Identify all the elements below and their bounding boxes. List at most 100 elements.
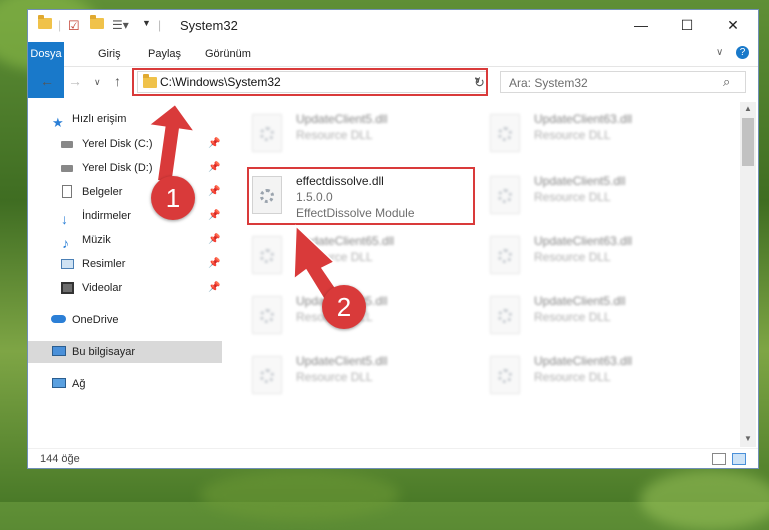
window-title: System32 bbox=[180, 18, 238, 33]
search-placeholder: Ara: System32 bbox=[509, 76, 588, 90]
status-bar: 144 öğe bbox=[28, 448, 758, 468]
forward-arrow-icon[interactable]: → bbox=[68, 73, 82, 89]
details-view-icon[interactable] bbox=[712, 453, 726, 465]
tab-share[interactable]: Paylaş bbox=[138, 42, 191, 66]
file-name: UpdateClient5.dll bbox=[534, 294, 626, 308]
scroll-up-icon[interactable]: ▲ bbox=[744, 104, 752, 113]
file-description: Resource DLL bbox=[296, 250, 373, 264]
file-description: Resource DLL bbox=[296, 128, 373, 142]
pin-icon[interactable]: 📌 bbox=[208, 277, 220, 299]
dll-file-icon bbox=[252, 356, 282, 394]
sidebar-item-onedrive[interactable]: OneDrive bbox=[28, 309, 222, 331]
pin-icon[interactable]: 📌 bbox=[208, 229, 220, 251]
file-name: UpdateClient65.dll bbox=[296, 234, 395, 248]
sidebar-item-label: OneDrive bbox=[72, 314, 119, 326]
navigation-pane: ★ Hızlı erişim Yerel Disk (C:) 📌 Yerel D… bbox=[28, 102, 222, 450]
drive-icon bbox=[61, 141, 73, 148]
file-item[interactable]: UpdateClient63.dll Resource DLL bbox=[488, 348, 716, 404]
dll-file-icon bbox=[490, 296, 520, 334]
pin-icon[interactable]: 📌 bbox=[208, 205, 220, 227]
sidebar-item-label: İndirmeler bbox=[82, 210, 131, 222]
file-highlight-box bbox=[247, 167, 475, 225]
star-icon: ★ bbox=[52, 115, 64, 130]
sidebar-item-videos[interactable]: Videolar 📌 bbox=[28, 277, 222, 299]
file-item[interactable]: UpdateClient63.dll Resource DLL bbox=[488, 228, 716, 284]
help-icon[interactable]: ? bbox=[736, 46, 749, 59]
file-description: Resource DLL bbox=[296, 370, 373, 384]
sidebar-item-disk-c[interactable]: Yerel Disk (C:) 📌 bbox=[28, 133, 222, 155]
pin-icon[interactable]: 📌 bbox=[208, 181, 220, 203]
address-highlight-box bbox=[132, 68, 488, 96]
file-name: UpdateClient5.dll bbox=[534, 174, 626, 188]
file-item[interactable]: UpdateClient5.dll Resource DLL bbox=[488, 168, 716, 224]
file-name: UpdateClient5.dll bbox=[296, 354, 388, 368]
file-name: UpdateClient63.dll bbox=[534, 234, 633, 248]
recent-locations-icon[interactable]: ∨ bbox=[94, 77, 101, 88]
sidebar-item-label: Ağ bbox=[72, 378, 86, 390]
search-box[interactable]: Ara: System32 ⌕ bbox=[500, 71, 746, 93]
up-arrow-icon[interactable]: ↑ bbox=[114, 73, 121, 89]
downloads-icon: ↓ bbox=[61, 211, 68, 227]
item-count: 144 öğe bbox=[40, 453, 80, 465]
title-bar: | ☑ ☰▾ ▼ | System32 — ☐ ✕ bbox=[28, 10, 758, 42]
sidebar-item-label: Belgeler bbox=[82, 186, 123, 198]
tab-home[interactable]: Giriş bbox=[88, 42, 131, 66]
vertical-scrollbar[interactable]: ▲ ▼ bbox=[740, 102, 756, 447]
cloud-icon bbox=[51, 315, 66, 323]
step-1-badge: 1 bbox=[151, 176, 195, 220]
sidebar-item-label: Yerel Disk (C:) bbox=[82, 138, 153, 150]
network-icon bbox=[52, 378, 66, 388]
ribbon-tabs: Dosya Giriş Paylaş Görünüm ∨ ? bbox=[28, 42, 758, 98]
sidebar-item-music[interactable]: ♪ Müzik 📌 bbox=[28, 229, 222, 251]
new-folder-icon[interactable] bbox=[90, 15, 104, 29]
dll-file-icon bbox=[252, 114, 282, 152]
dll-file-icon bbox=[490, 114, 520, 152]
sidebar-item-quick-access[interactable]: ★ Hızlı erişim bbox=[28, 108, 222, 130]
properties-icon[interactable]: ☑ bbox=[68, 18, 80, 34]
sidebar-item-label: Bu bilgisayar bbox=[72, 346, 135, 358]
background-foliage bbox=[200, 470, 400, 520]
scrollbar-thumb[interactable] bbox=[742, 118, 754, 166]
search-icon: ⌕ bbox=[723, 74, 731, 89]
file-item[interactable]: UpdateClient63.dll Resource DLL bbox=[488, 106, 716, 162]
separator: | bbox=[58, 18, 62, 32]
sidebar-item-label: Yerel Disk (D:) bbox=[82, 162, 153, 174]
pictures-icon bbox=[61, 259, 74, 269]
file-name: UpdateClient63.dll bbox=[534, 354, 633, 368]
sidebar-item-pictures[interactable]: Resimler 📌 bbox=[28, 253, 222, 275]
scroll-down-icon[interactable]: ▼ bbox=[744, 434, 752, 443]
pin-icon[interactable]: 📌 bbox=[208, 133, 220, 155]
large-icons-view-icon[interactable] bbox=[732, 453, 746, 465]
explorer-window: | ☑ ☰▾ ▼ | System32 — ☐ ✕ Dosya Giriş Pa… bbox=[27, 9, 759, 469]
file-item[interactable]: UpdateClient5.dll Resource DLL bbox=[250, 106, 478, 162]
tab-view[interactable]: Görünüm bbox=[195, 42, 261, 66]
dll-file-icon bbox=[252, 296, 282, 334]
maximize-button[interactable]: ☐ bbox=[664, 10, 710, 40]
sidebar-item-downloads[interactable]: ↓ İndirmeler 📌 bbox=[28, 205, 222, 227]
file-description: Resource DLL bbox=[534, 370, 611, 384]
sidebar-item-disk-d[interactable]: Yerel Disk (D:) 📌 bbox=[28, 157, 222, 179]
pin-icon[interactable]: 📌 bbox=[208, 157, 220, 179]
quick-access-toolbar-icon[interactable]: ☰▾ bbox=[112, 18, 129, 32]
file-item[interactable]: UpdateClient65.dll Resource DLL bbox=[250, 228, 478, 284]
file-item[interactable]: UpdateClient5.dll Resource DLL bbox=[250, 348, 478, 404]
file-description: Resource DLL bbox=[534, 310, 611, 324]
videos-icon bbox=[61, 282, 74, 294]
file-name: UpdateClient5.dll bbox=[296, 112, 388, 126]
sidebar-item-label: Müzik bbox=[82, 234, 111, 246]
file-name: UpdateClient63.dll bbox=[534, 112, 633, 126]
sidebar-item-this-pc[interactable]: Bu bilgisayar bbox=[28, 341, 222, 363]
minimize-button[interactable]: — bbox=[618, 10, 664, 40]
sidebar-item-label: Hızlı erişim bbox=[72, 113, 127, 125]
close-button[interactable]: ✕ bbox=[710, 10, 756, 40]
file-description: Resource DLL bbox=[534, 250, 611, 264]
back-arrow-icon[interactable]: ← bbox=[40, 73, 54, 89]
collapse-ribbon-icon[interactable]: ∨ bbox=[716, 47, 723, 58]
customize-toolbar-icon[interactable]: ▼ bbox=[142, 18, 151, 28]
sidebar-item-network[interactable]: Ağ bbox=[28, 373, 222, 395]
pin-icon[interactable]: 📌 bbox=[208, 253, 220, 275]
music-icon: ♪ bbox=[62, 235, 69, 251]
step-2-badge: 2 bbox=[322, 285, 366, 329]
computer-icon bbox=[52, 346, 66, 356]
file-item[interactable]: UpdateClient5.dll Resource DLL bbox=[488, 288, 716, 344]
